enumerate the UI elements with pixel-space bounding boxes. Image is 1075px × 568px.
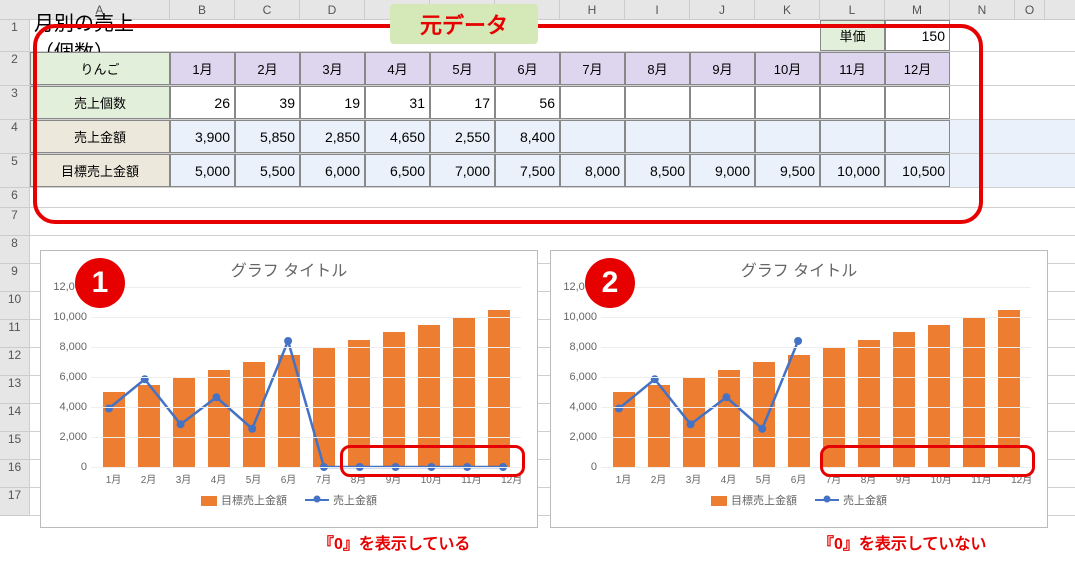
row-header-9[interactable]: 9	[0, 264, 29, 292]
row-header-15[interactable]: 15	[0, 432, 29, 460]
row-header-3[interactable]: 3	[0, 86, 29, 120]
row-header-17[interactable]: 17	[0, 488, 29, 516]
col-header-H[interactable]: H	[560, 0, 625, 19]
table-row: 月別の売上（個数） 単価 150	[30, 20, 1075, 52]
month-header[interactable]: 3月	[300, 52, 365, 85]
row-label[interactable]: 売上個数	[30, 86, 170, 119]
col-header-O[interactable]: O	[1015, 0, 1045, 19]
row-headers: 1 2 3 4 5 6 7 8 9 10 11 12 13 14 15 16 1…	[0, 20, 30, 516]
legend-swatch-line-icon	[305, 494, 329, 504]
month-header[interactable]: 10月	[755, 52, 820, 85]
col-header-D[interactable]: D	[300, 0, 365, 19]
row-label[interactable]: 目標売上金額	[30, 154, 170, 187]
row-header-5[interactable]: 5	[0, 154, 29, 188]
col-header-B[interactable]: B	[170, 0, 235, 19]
row-header-2[interactable]: 2	[0, 52, 29, 86]
month-header[interactable]: 5月	[430, 52, 495, 85]
spreadsheet: A B C D E F G H I J K L M N O 1 2 3 4 5 …	[0, 0, 1075, 516]
month-header[interactable]: 1月	[170, 52, 235, 85]
col-header-C[interactable]: C	[235, 0, 300, 19]
table-row: りんご 1月 2月 3月 4月 5月 6月 7月 8月 9月 10月 11月 1…	[30, 52, 1075, 86]
row-header-8[interactable]: 8	[0, 236, 29, 264]
chart2-caption: 『0』を表示していない	[818, 530, 986, 554]
legend-swatch-line-icon	[815, 494, 839, 504]
month-header[interactable]: 12月	[885, 52, 950, 85]
circled-number-1: 1	[75, 258, 125, 308]
table-row: 売上個数 26 39 19 31 17 56	[30, 86, 1075, 120]
col-header-K[interactable]: K	[755, 0, 820, 19]
row-header-16[interactable]: 16	[0, 460, 29, 488]
month-header[interactable]: 8月	[625, 52, 690, 85]
legend-swatch-bar-icon	[201, 496, 217, 506]
month-header[interactable]: 2月	[235, 52, 300, 85]
row-header-4[interactable]: 4	[0, 120, 29, 154]
month-header[interactable]: 9月	[690, 52, 755, 85]
chart-legend: 目標売上金額 売上金額	[551, 486, 1047, 514]
unit-price-value[interactable]: 150	[885, 20, 950, 51]
y-axis: 02,0004,0006,0008,00010,00012,000	[555, 287, 601, 467]
col-header-J[interactable]: J	[690, 0, 755, 19]
row-header-12[interactable]: 12	[0, 348, 29, 376]
table-row: 目標売上金額 5,000 5,500 6,000 6,500 7,000 7,5…	[30, 154, 1075, 188]
col-header-N[interactable]: N	[950, 0, 1015, 19]
circled-number-2: 2	[585, 258, 635, 308]
row-header-6[interactable]: 6	[0, 188, 29, 208]
month-header[interactable]: 11月	[820, 52, 885, 85]
table-row: 売上金額 3,900 5,850 2,850 4,650 2,550 8,400	[30, 120, 1075, 154]
month-header[interactable]: 6月	[495, 52, 560, 85]
chart1-caption: 『0』を表示している	[318, 530, 470, 554]
x-axis: 1月2月3月4月5月6月7月8月9月10月11月12月	[551, 467, 1047, 486]
row-header-14[interactable]: 14	[0, 404, 29, 432]
row-header-11[interactable]: 11	[0, 320, 29, 348]
month-header[interactable]: 4月	[365, 52, 430, 85]
y-axis: 02,0004,0006,0008,00010,00012,000	[45, 287, 91, 467]
unit-price-label[interactable]: 単価	[820, 20, 885, 51]
x-axis: 1月2月3月4月5月6月7月8月9月10月11月12月	[41, 467, 537, 486]
select-all-corner[interactable]	[0, 0, 30, 19]
product-label[interactable]: りんご	[30, 52, 170, 85]
legend-swatch-bar-icon	[711, 496, 727, 506]
title-cell[interactable]: 月別の売上（個数）	[30, 20, 170, 51]
col-header-L[interactable]: L	[820, 0, 885, 19]
col-header-I[interactable]: I	[625, 0, 690, 19]
chart-legend: 目標売上金額 売上金額	[41, 486, 537, 514]
row-header-13[interactable]: 13	[0, 376, 29, 404]
row-header-10[interactable]: 10	[0, 292, 29, 320]
row-header-1[interactable]: 1	[0, 20, 29, 52]
source-data-badge: 元データ	[390, 4, 538, 44]
row-label[interactable]: 売上金額	[30, 120, 170, 153]
row-header-7[interactable]: 7	[0, 208, 29, 236]
col-header-M[interactable]: M	[885, 0, 950, 19]
month-header[interactable]: 7月	[560, 52, 625, 85]
